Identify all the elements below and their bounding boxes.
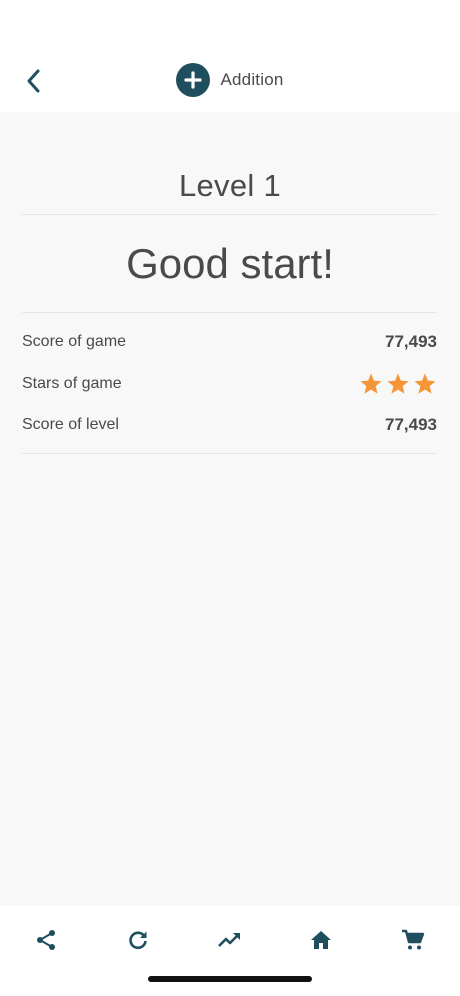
star-icon — [414, 373, 436, 394]
restart-button[interactable] — [116, 918, 160, 962]
header-title-group: Addition — [0, 62, 460, 98]
stat-row-stars-of-game: Stars of game — [22, 370, 437, 398]
stat-value: 77,493 — [385, 332, 437, 351]
stat-row-score-of-game: Score of game 77,493 — [22, 328, 437, 356]
home-icon — [311, 931, 331, 949]
share-button[interactable] — [24, 918, 68, 962]
shop-button[interactable] — [391, 918, 435, 962]
stat-value: 77,493 — [385, 415, 437, 434]
refresh-icon — [129, 931, 147, 950]
statistics-button[interactable] — [208, 918, 252, 962]
header: Addition — [0, 0, 460, 112]
level-title: Level 1 — [178, 168, 282, 203]
divider — [22, 214, 437, 215]
results-screen: Addition Level 1 Good start! Score of ga… — [0, 0, 460, 996]
bottom-nav — [0, 906, 460, 996]
divider — [22, 453, 437, 454]
star-icon — [360, 373, 382, 394]
stat-row-score-of-level: Score of level 77,493 — [22, 411, 437, 439]
share-icon — [37, 930, 55, 950]
page-title: Addition — [220, 70, 284, 89]
star-icon — [387, 373, 409, 394]
trending-up-icon — [218, 933, 240, 947]
stat-label: Score of level — [22, 416, 119, 433]
stat-label: Score of game — [22, 333, 127, 350]
home-button[interactable] — [299, 918, 343, 962]
divider — [22, 312, 437, 313]
result-title: Good start! — [126, 240, 334, 287]
content-area: Level 1 Good start! Score of game 77,493… — [0, 112, 460, 906]
cart-icon — [402, 929, 425, 950]
stat-label: Stars of game — [22, 375, 122, 392]
plus-circle-icon — [176, 63, 211, 97]
stars-rating — [359, 372, 437, 396]
home-indicator — [148, 976, 312, 982]
